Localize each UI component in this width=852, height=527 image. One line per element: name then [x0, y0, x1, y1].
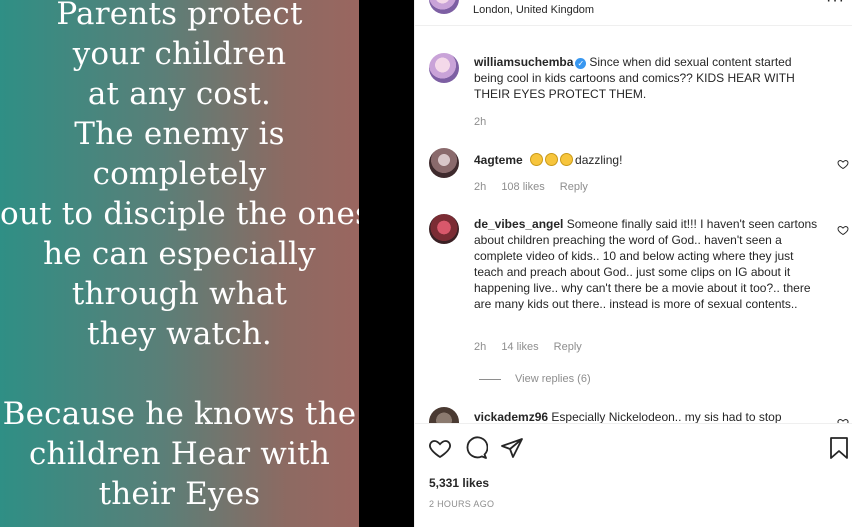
image-text-line: Parents protect — [56, 0, 303, 32]
image-text-line: your children — [72, 36, 287, 72]
like-comment-heart-icon[interactable] — [837, 158, 849, 170]
comment-likes[interactable]: 14 likes — [501, 341, 538, 353]
comment-meta: 2h 14 likes Reply — [474, 341, 594, 353]
caption-time[interactable]: 2h — [474, 116, 486, 128]
post-time-ago[interactable]: 2 HOURS AGO — [429, 499, 494, 509]
comment-text-block: 4agteme dazzling! — [474, 152, 824, 168]
smiling-face-emoji-icon — [530, 153, 575, 167]
share-paper-plane-icon[interactable] — [500, 436, 524, 460]
image-text-line: children Hear with — [29, 436, 330, 472]
avatar[interactable] — [429, 407, 459, 423]
reply-button[interactable]: Reply — [554, 341, 582, 353]
view-replies-label[interactable]: View replies (6) — [515, 373, 591, 385]
post-actions: 5,331 likes 2 HOURS AGO — [415, 423, 852, 527]
comment-text: Someone finally said it!!! I haven't see… — [474, 217, 818, 311]
image-text-line: The enemy is — [74, 116, 285, 152]
dark-gutter — [359, 0, 414, 527]
comment-likes[interactable]: 108 likes — [501, 181, 544, 193]
comment-meta: 2h 108 likes Reply — [474, 181, 600, 193]
avatar[interactable] — [429, 148, 459, 178]
image-text-line: their Eyes — [98, 476, 261, 512]
avatar[interactable] — [429, 0, 459, 14]
post-likes-count[interactable]: 5,331 likes — [429, 476, 489, 490]
divider — [479, 378, 501, 380]
comment-time[interactable]: 2h — [474, 181, 486, 193]
comment-text: dazzling! — [575, 153, 623, 167]
comment-text: Especially Nickelodeon.. my sis had to s… — [551, 410, 782, 423]
post-image: Parents protect your children at any cos… — [0, 0, 359, 527]
post-image-text: Parents protect your children at any cos… — [0, 0, 359, 514]
post-header: London, United Kingdom ··· — [415, 0, 852, 26]
post-location[interactable]: London, United Kingdom — [473, 4, 594, 16]
save-bookmark-icon[interactable] — [827, 436, 851, 460]
comments-list[interactable]: williamsuchemba ✓ Since when did sexual co… — [415, 27, 852, 423]
like-comment-heart-icon[interactable] — [837, 224, 849, 236]
comment-bubble-icon[interactable] — [464, 436, 488, 460]
comment-text-block: de_vibes_angel Someone finally said it!!… — [474, 216, 824, 312]
avatar[interactable] — [429, 53, 459, 83]
image-text-line: at any cost. — [87, 76, 272, 112]
avatar[interactable] — [429, 214, 459, 244]
like-heart-icon[interactable] — [428, 436, 452, 460]
image-text-line: they watch. — [87, 316, 272, 352]
image-text-line: completely — [92, 156, 267, 192]
verified-badge-icon: ✓ — [575, 58, 587, 69]
comment-time[interactable]: 2h — [474, 341, 486, 353]
caption-username[interactable]: williamsuchemba — [474, 55, 573, 69]
reply-button[interactable]: Reply — [560, 181, 588, 193]
image-text-line: out to disciple the ones — [0, 196, 359, 232]
image-text-line: Because he knows the — [2, 396, 357, 432]
comment-username[interactable]: 4agteme — [474, 153, 523, 167]
comment-username[interactable]: de_vibes_angel — [474, 217, 563, 231]
comment-username[interactable]: vickademz96 — [474, 410, 548, 423]
more-options-icon[interactable]: ··· — [826, 0, 845, 10]
image-text-line: he can especially — [43, 236, 316, 272]
comments-panel: London, United Kingdom ··· williamsuchem… — [414, 0, 852, 527]
image-text-line: through what — [71, 276, 288, 312]
view-replies-button[interactable]: View replies (6) — [479, 373, 591, 385]
caption-text-block: williamsuchemba ✓ Since when did sexual co… — [474, 54, 824, 102]
caption-meta: 2h — [474, 116, 498, 128]
comment-text-block: vickademz96 Especially Nickelodeon.. my … — [474, 409, 824, 423]
